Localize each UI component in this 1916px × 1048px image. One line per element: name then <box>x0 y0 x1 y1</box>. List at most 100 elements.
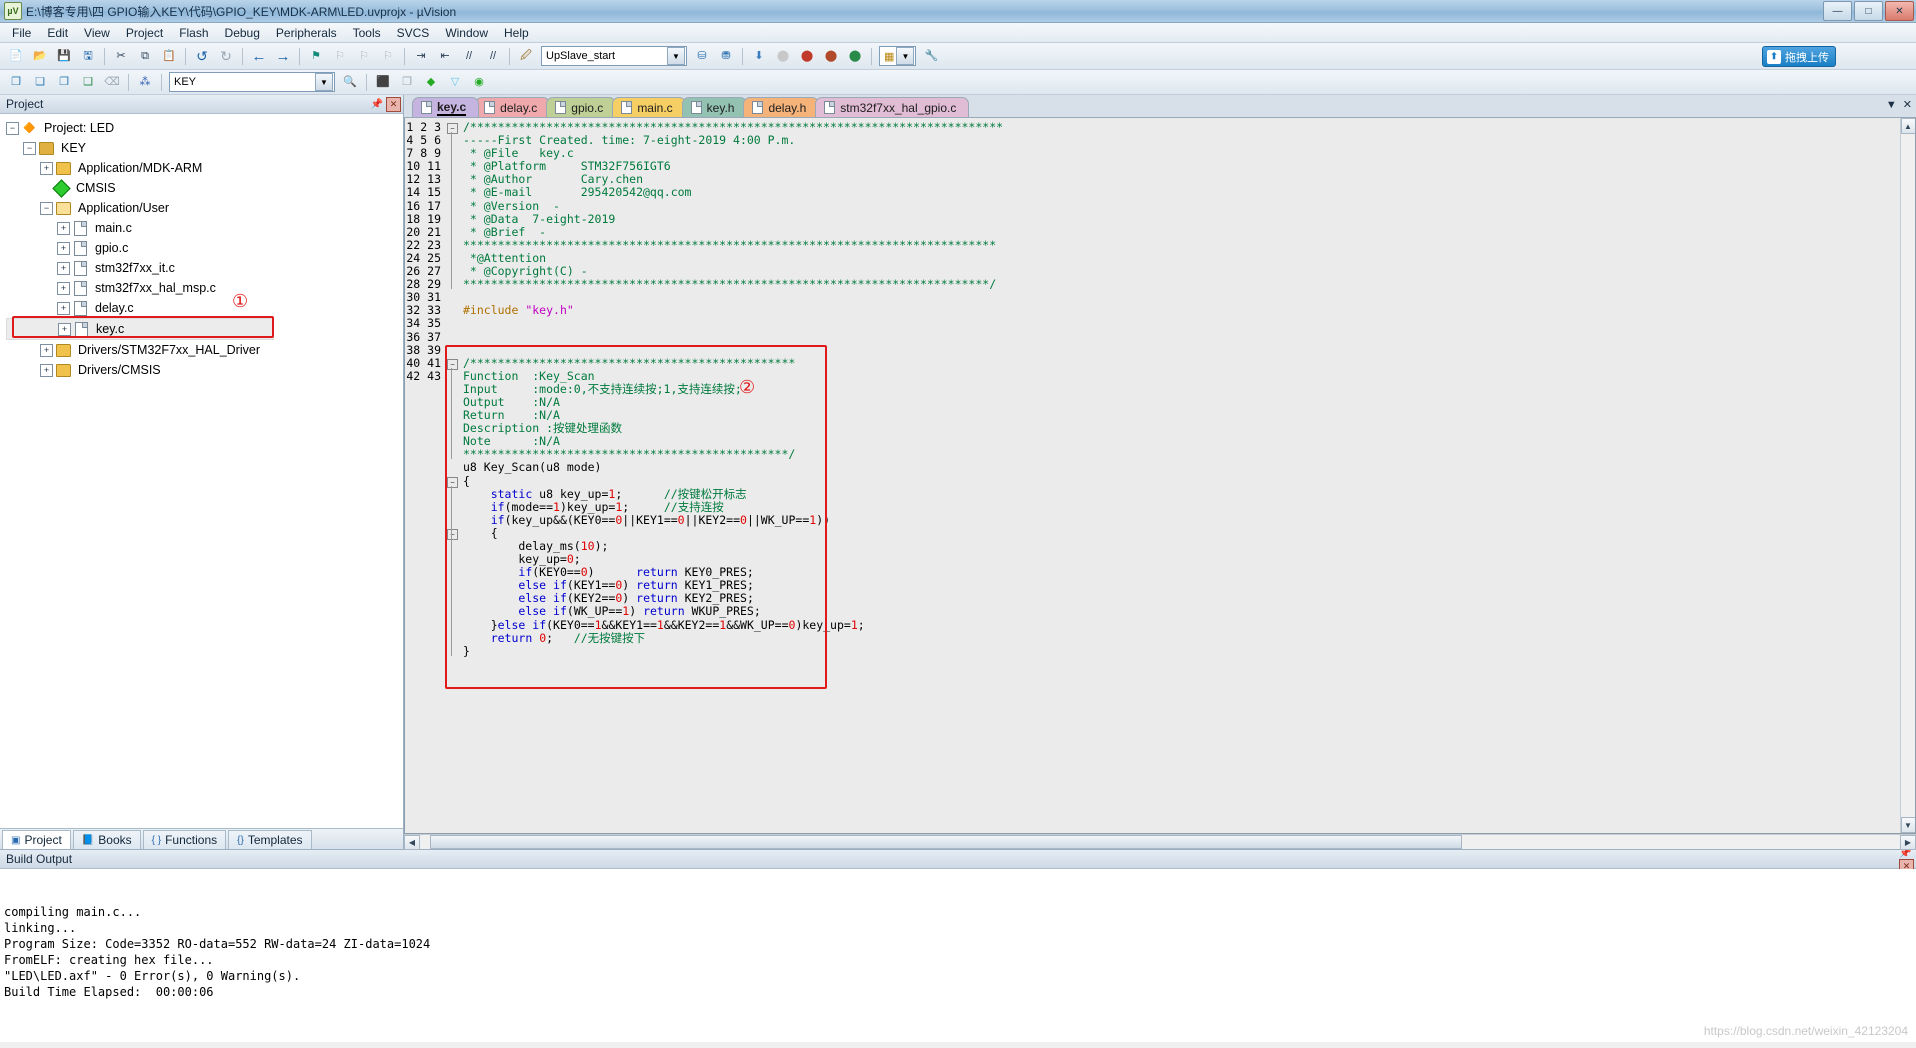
editor-tab-key-c[interactable]: key.c <box>412 97 480 117</box>
editor-tab-main-c[interactable]: main.c <box>612 97 686 117</box>
start-debug-icon[interactable]: ⬤ <box>796 45 818 67</box>
fold-toggle-line-28[interactable]: − <box>447 476 458 488</box>
cut-icon[interactable]: ✂ <box>110 45 132 67</box>
find-in-files-icon[interactable]: ⁂ <box>134 71 156 93</box>
expand-icon[interactable]: + <box>57 261 70 275</box>
debug-settings-icon[interactable]: ◉ <box>468 71 490 93</box>
open-file-icon[interactable]: 📂 <box>29 45 51 67</box>
paste-icon[interactable]: 📋 <box>158 45 180 67</box>
expand-icon[interactable]: + <box>57 221 70 235</box>
expand-icon[interactable]: + <box>40 161 53 175</box>
close-button[interactable]: ✕ <box>1885 1 1914 21</box>
tree-item-gpio-c[interactable]: + gpio.c <box>6 238 403 258</box>
expand-icon[interactable]: + <box>57 241 70 255</box>
menu-item-project[interactable]: Project <box>118 24 171 42</box>
bookmark-toggle-icon[interactable]: ⚑ <box>305 45 327 67</box>
menu-item-edit[interactable]: Edit <box>39 24 76 42</box>
fold-toggle-line-32[interactable]: − <box>447 529 458 541</box>
menu-item-flash[interactable]: Flash <box>171 24 216 42</box>
menu-item-window[interactable]: Window <box>437 24 496 42</box>
editor-tab-delay-c[interactable]: delay.c <box>475 97 551 117</box>
configure-icon[interactable]: 🔧 <box>920 45 942 67</box>
fold-toggle-line-19[interactable]: − <box>447 358 458 370</box>
code-fold-column[interactable]: − − − − <box>445 118 459 833</box>
uncomment-icon[interactable]: // <box>482 45 504 67</box>
target-options-icon[interactable]: 🖉 <box>515 45 537 67</box>
scroll-right-icon[interactable]: ▶ <box>1900 834 1916 850</box>
build-icon[interactable]: ⛁ <box>691 45 713 67</box>
search-icon[interactable]: 🔍 <box>339 71 361 93</box>
outdent-icon[interactable]: ⇤ <box>434 45 456 67</box>
tree-item-application-mdk-arm[interactable]: + Application/MDK-ARM <box>6 158 403 178</box>
editor-tab-gpio-c[interactable]: gpio.c <box>546 97 617 117</box>
code-content[interactable]: /***************************************… <box>445 118 1900 833</box>
new-file-icon[interactable]: 📄 <box>5 45 27 67</box>
save-icon[interactable]: 💾 <box>53 45 75 67</box>
indent-icon[interactable]: ⇥ <box>410 45 432 67</box>
templates-icon[interactable]: ❑ <box>77 71 99 93</box>
tree-item-key[interactable]: − KEY <box>6 138 403 158</box>
memory-map-icon[interactable]: ▽ <box>444 71 466 93</box>
expand-icon[interactable]: + <box>40 363 53 377</box>
editor-tab-key-h[interactable]: key.h <box>681 97 748 117</box>
target-select[interactable]: UpSlave_start ▼ <box>541 46 687 66</box>
menu-item-help[interactable]: Help <box>496 24 537 42</box>
scroll-left-icon[interactable]: ◀ <box>404 834 420 850</box>
stop-build-icon[interactable]: ⬤ <box>772 45 794 67</box>
save-all-icon[interactable]: 🖫 <box>77 45 99 67</box>
expand-icon[interactable]: + <box>40 343 53 357</box>
functions-icon[interactable]: ❐ <box>53 71 75 93</box>
project-window-icon[interactable]: ❒ <box>5 71 27 93</box>
editor-tab-delay-h[interactable]: delay.h <box>743 97 820 117</box>
panel-tab-functions[interactable]: { } Functions <box>142 830 227 849</box>
pin-icon[interactable]: 📌 <box>371 99 383 110</box>
bookmark-prev-icon[interactable]: ⚐ <box>329 45 351 67</box>
copy-icon[interactable]: ⧉ <box>134 45 156 67</box>
chevron-down-icon-3[interactable]: ▼ <box>315 73 333 91</box>
comment-icon[interactable]: // <box>458 45 480 67</box>
menu-item-debug[interactable]: Debug <box>217 24 268 42</box>
editor-horizontal-scrollbar[interactable]: ◀ ▶ <box>404 834 1916 850</box>
navigate-forward-icon[interactable]: → <box>272 45 294 67</box>
close-icon[interactable]: ✕ <box>386 96 401 112</box>
menu-item-view[interactable]: View <box>76 24 118 42</box>
scroll-up-icon[interactable]: ▲ <box>1900 118 1915 134</box>
chevron-down-icon[interactable]: ▼ <box>667 47 685 65</box>
maximize-button[interactable]: □ <box>1854 1 1883 21</box>
panel-tab-project[interactable]: ▣ Project <box>2 830 71 849</box>
bookmark-clear-icon[interactable]: ⚐ <box>377 45 399 67</box>
hscroll-thumb[interactable] <box>430 835 1462 849</box>
redo-icon[interactable]: ↻ <box>215 45 237 67</box>
tree-item-cmsis[interactable]: CMSIS <box>6 178 403 198</box>
batch-build-icon[interactable]: ⬤ <box>820 45 842 67</box>
clear-search-icon[interactable]: ⌫ <box>101 71 123 93</box>
collapse-icon[interactable]: − <box>6 121 19 135</box>
tree-item-main-c[interactable]: + main.c <box>6 218 403 238</box>
editor-tab-stm32f7xx_hal_gpio-c[interactable]: stm32f7xx_hal_gpio.c <box>815 97 970 117</box>
code-editor[interactable]: 1 2 3 4 5 6 7 8 9 10 11 12 13 14 15 16 1… <box>404 118 1916 834</box>
manage-runtime-icon[interactable]: ⬛ <box>372 71 394 93</box>
window-layout-select[interactable]: ▦ ▼ <box>879 46 917 66</box>
bookmark-next-icon[interactable]: ⚐ <box>353 45 375 67</box>
configure-flash-icon[interactable]: ◆ <box>420 71 442 93</box>
tree-item-stm32f7xx_it-c[interactable]: + stm32f7xx_it.c <box>6 258 403 278</box>
pack-installer-icon[interactable]: ❒ <box>396 71 418 93</box>
collapse-icon[interactable]: − <box>40 201 53 215</box>
panel-tab-templates[interactable]: {} Templates <box>228 830 312 849</box>
undo-icon[interactable]: ↺ <box>191 45 213 67</box>
menu-item-peripherals[interactable]: Peripherals <box>268 24 345 42</box>
editor-vertical-scrollbar[interactable]: ▲ ▼ <box>1900 118 1915 833</box>
manage-project-icon[interactable]: ⬤ <box>844 45 866 67</box>
chevron-down-icon-2[interactable]: ▼ <box>896 47 915 65</box>
tree-item-application-user[interactable]: − Application/User <box>6 198 403 218</box>
tree-item-key-c[interactable]: + key.c <box>6 318 274 340</box>
search-input[interactable]: KEY ▼ <box>169 72 335 92</box>
close-tab-icon[interactable]: ✕ <box>1903 98 1912 111</box>
tree-item-delay-c[interactable]: + delay.c <box>6 298 403 318</box>
books-icon[interactable]: ❏ <box>29 71 51 93</box>
tree-item-drivers-stm32f7xx_hal_driver[interactable]: + Drivers/STM32F7xx_HAL_Driver <box>6 340 403 360</box>
tree-item-drivers-cmsis[interactable]: + Drivers/CMSIS <box>6 360 403 380</box>
upload-button[interactable]: ⬆ 拖拽上传 <box>1762 46 1836 67</box>
download-icon[interactable]: ⬇ <box>748 45 770 67</box>
menu-item-tools[interactable]: Tools <box>345 24 389 42</box>
